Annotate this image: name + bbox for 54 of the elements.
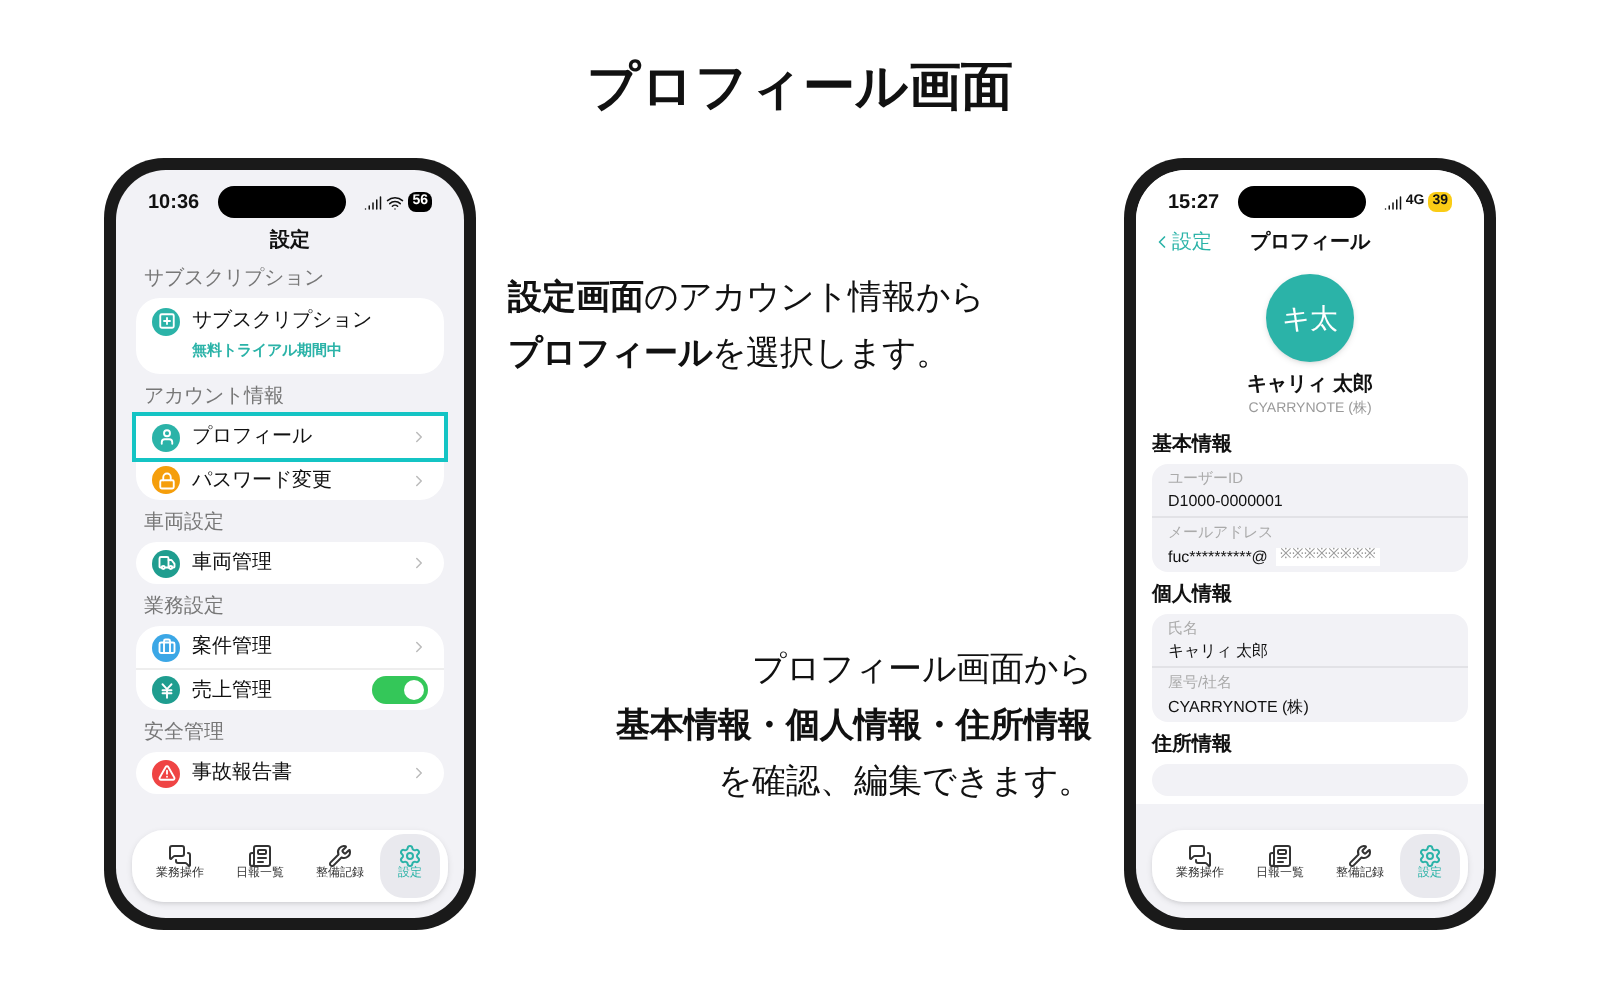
section-header: 業務設定 xyxy=(144,593,226,622)
settings-item[interactable]: パスワード変更 xyxy=(136,458,444,500)
wrench-icon xyxy=(1348,844,1372,868)
field-value: D1000-0000001 xyxy=(1168,492,1283,512)
toggle-switch[interactable] xyxy=(372,676,428,704)
section-header: 車両設定 xyxy=(144,509,226,538)
status-time: 15:27 xyxy=(1168,189,1220,217)
section-header: 個人情報 xyxy=(1152,581,1234,609)
truck-icon xyxy=(152,549,180,577)
chat-icon xyxy=(1188,844,1212,868)
screen-title: プロフィール xyxy=(1250,228,1370,257)
section-header: 基本情報 xyxy=(1152,431,1234,459)
wifi-icon xyxy=(386,193,405,211)
section-header: アカウント情報 xyxy=(144,383,286,412)
yen-icon xyxy=(152,676,180,704)
lock-icon xyxy=(152,466,180,494)
section-header: サブスクリプション xyxy=(144,265,326,294)
settings-item[interactable]: 車両管理 xyxy=(136,542,444,584)
signal-icon xyxy=(364,193,383,211)
settings-item[interactable]: 案件管理 xyxy=(136,626,444,668)
settings-icon xyxy=(1418,844,1442,868)
instruction-text: プロフィール画面から 基本情報・個人情報・住所情報 を確認、編集できます。 xyxy=(614,648,1092,804)
camera-notch xyxy=(217,186,346,218)
item-label: サブスクリプション xyxy=(192,307,372,336)
wrench-icon xyxy=(328,844,352,868)
status-time: 10:36 xyxy=(148,189,200,217)
plus-square-icon xyxy=(152,307,180,335)
signal-icon xyxy=(1383,193,1402,211)
chevron-right-icon xyxy=(410,471,428,489)
settings-item[interactable]: 事故報告書 xyxy=(136,752,444,794)
chevron-right-icon xyxy=(410,428,428,446)
user-name: キャリィ 太郎 xyxy=(1247,370,1373,400)
person-icon xyxy=(152,423,180,451)
page-title: プロフィール画面 xyxy=(587,54,1013,120)
chevron-right-icon xyxy=(410,554,428,572)
settings-item[interactable]: プロフィール xyxy=(136,416,444,458)
warning-icon xyxy=(152,759,180,787)
field-value: fuc**********@ xyxy=(1168,547,1268,567)
field-value: キャリィ 太郎 xyxy=(1168,642,1269,662)
instruction-text: 設定画面のアカウント情報から プロフィールを選択します。 xyxy=(508,276,986,376)
chevron-right-icon xyxy=(410,764,428,782)
briefcase-icon xyxy=(152,633,180,661)
settings-icon xyxy=(398,844,422,868)
chevron-right-icon xyxy=(410,638,428,656)
screen-title: 設定 xyxy=(267,226,312,256)
list-icon xyxy=(248,844,272,868)
section-header: 安全管理 xyxy=(144,719,226,748)
item-label: 売上管理 xyxy=(192,677,274,705)
avatar: キ太 xyxy=(1266,274,1354,362)
chat-icon xyxy=(168,844,192,868)
field-value: CYARRYNOTE (株) xyxy=(1168,697,1309,717)
section-header: 住所情報 xyxy=(1152,731,1234,759)
list-icon xyxy=(1268,844,1292,868)
camera-notch xyxy=(1237,186,1366,218)
